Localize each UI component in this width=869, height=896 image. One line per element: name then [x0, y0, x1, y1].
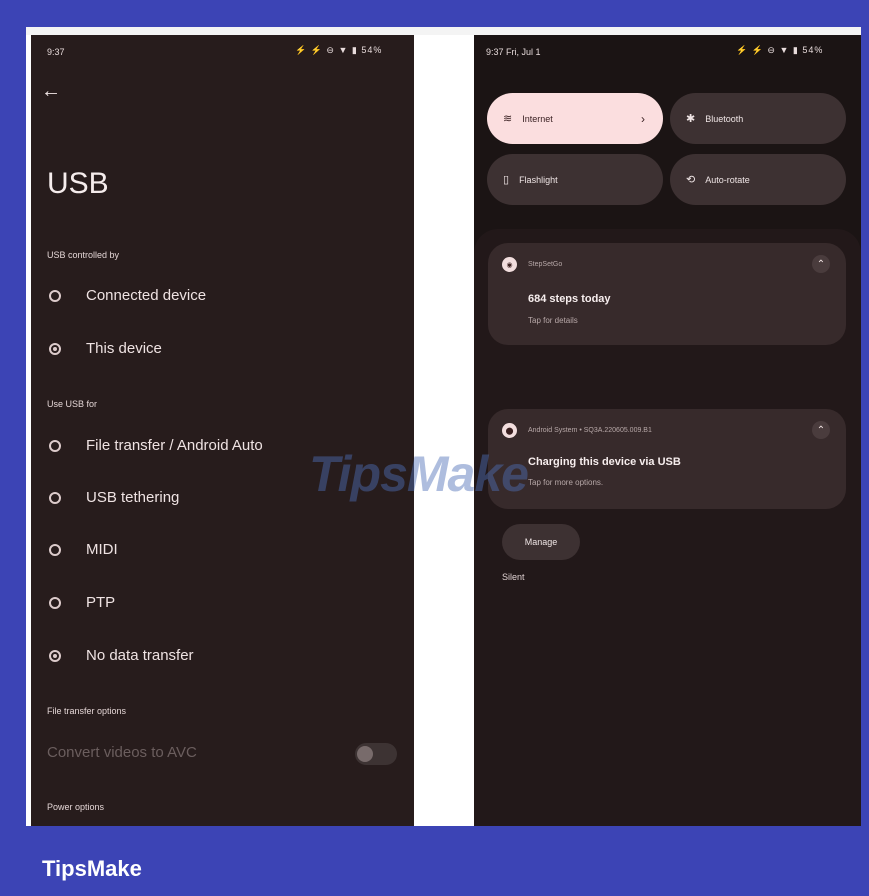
stepsetgo-app-icon: ◉ [502, 257, 517, 272]
radio-unselected-icon[interactable] [49, 491, 61, 504]
radio-option-usb-tethering[interactable]: USB tethering [49, 489, 179, 506]
notification-title: Charging this device via USB [528, 456, 681, 468]
android-system-icon: ⬤ [502, 423, 517, 438]
tile-bluetooth[interactable]: ✱ Bluetooth [670, 93, 846, 144]
wifi-icon: ≋ [503, 113, 513, 125]
status-icons: ⚡ ⚡ ⊖ ▼ ▮ 54% [295, 45, 383, 55]
screenshot-frame: 9:37 ⚡ ⚡ ⊖ ▼ ▮ 54% ← USB USB controlled … [26, 27, 861, 826]
notification-subtitle: Tap for more options. [528, 478, 604, 487]
radio-option-file-transfer[interactable]: File transfer / Android Auto [49, 437, 263, 454]
radio-unselected-icon[interactable] [49, 596, 61, 609]
radio-option-label: This device [86, 340, 162, 357]
radio-option-label: USB tethering [86, 489, 180, 506]
radio-option-label: File transfer / Android Auto [86, 437, 263, 454]
status-time-date: 9:37 Fri, Jul 1 [486, 47, 541, 57]
notification-subtitle: Tap for details [528, 316, 578, 325]
section-usb-controlled-by: USB controlled by [47, 250, 120, 260]
bluetooth-icon: ✱ [686, 113, 696, 125]
collapse-chevron-icon[interactable]: ⌃ [812, 255, 830, 273]
tile-auto-rotate[interactable]: ⟲ Auto-rotate [670, 154, 846, 205]
tile-internet[interactable]: ≋ Internet › [487, 93, 663, 144]
radio-option-label: Connected device [86, 287, 207, 304]
radio-unselected-icon[interactable] [49, 543, 61, 556]
status-icons: ⚡ ⚡ ⊖ ▼ ▮ 54% [736, 45, 824, 55]
convert-videos-label: Convert videos to AVC [47, 744, 197, 761]
usb-settings-screen: 9:37 ⚡ ⚡ ⊖ ▼ ▮ 54% ← USB USB controlled … [31, 35, 414, 826]
rotate-icon: ⟲ [686, 174, 696, 186]
convert-videos-toggle[interactable] [355, 743, 397, 765]
notification-card-steps[interactable]: ◉ StepSetGo ⌃ 684 steps today Tap for de… [488, 243, 846, 345]
radio-option-ptp[interactable]: PTP [49, 594, 115, 611]
top-strip [26, 27, 861, 35]
notification-app-name: Android System • SQ3A.220605.009.B1 [528, 427, 652, 434]
radio-option-no-data-transfer[interactable]: No data transfer [49, 647, 194, 664]
radio-selected-icon[interactable] [49, 342, 61, 355]
brand-footer: TipsMake [42, 856, 142, 881]
tile-label: Bluetooth [705, 113, 744, 124]
radio-option-label: MIDI [86, 541, 118, 558]
radio-option-this-device[interactable]: This device [49, 340, 162, 357]
notification-card-usb[interactable]: ⬤ Android System • SQ3A.220605.009.B1 ⌃ … [488, 409, 846, 509]
tile-flashlight[interactable]: ▯ Flashlight [487, 154, 663, 205]
radio-option-label: No data transfer [86, 647, 194, 664]
flashlight-icon: ▯ [503, 174, 510, 186]
section-power-options: Power options [47, 802, 105, 812]
watermark-logo: TipsMake [309, 446, 529, 502]
tile-label: Internet [522, 113, 553, 124]
radio-option-connected-device[interactable]: Connected device [49, 287, 206, 304]
chevron-right-icon: › [641, 111, 645, 126]
notification-title: 684 steps today [528, 293, 611, 305]
radio-unselected-icon[interactable] [49, 439, 61, 452]
radio-option-midi[interactable]: MIDI [49, 541, 118, 558]
radio-unselected-icon[interactable] [49, 289, 61, 302]
tile-label: Flashlight [519, 174, 558, 185]
tile-label: Auto-rotate [705, 174, 750, 185]
back-arrow-icon[interactable]: ← [41, 80, 61, 103]
radio-selected-icon[interactable] [49, 649, 61, 662]
silent-section-label: Silent [502, 572, 525, 582]
manage-button[interactable]: Manage [502, 524, 580, 560]
section-file-transfer-options: File transfer options [47, 706, 127, 716]
radio-option-label: PTP [86, 594, 116, 611]
notification-app-name: StepSetGo [528, 261, 563, 268]
collapse-chevron-icon[interactable]: ⌃ [812, 421, 830, 439]
notification-shade-screen: 9:37 Fri, Jul 1 ⚡ ⚡ ⊖ ▼ ▮ 54% ≋ Internet… [474, 35, 861, 826]
status-time: 9:37 [47, 47, 65, 57]
section-use-usb-for: Use USB for [47, 399, 98, 409]
page-title: USB [47, 167, 109, 200]
